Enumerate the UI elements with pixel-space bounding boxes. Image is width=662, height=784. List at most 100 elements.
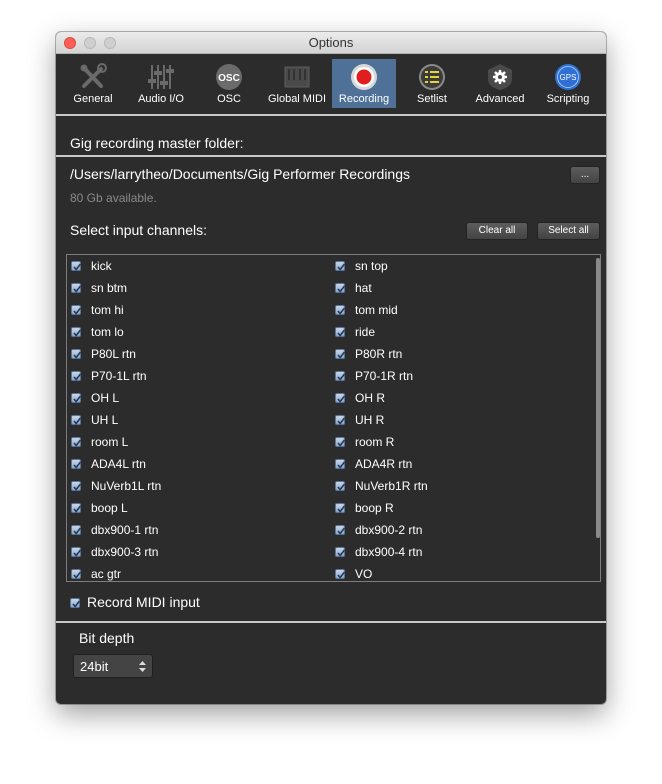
scrollbar-thumb[interactable] [596,258,600,538]
window-title: Options [308,35,354,50]
checkbox[interactable] [335,393,346,403]
checkmark-icon [73,505,82,513]
checkbox[interactable] [71,371,82,381]
checkbox[interactable] [335,371,346,381]
tab-setlist[interactable]: Setlist [399,59,465,108]
select-all-button[interactable]: Select all [537,222,600,240]
title-bar: Options [56,32,606,54]
checkbox[interactable] [335,327,346,337]
tab-recording[interactable]: Recording [332,59,396,108]
checkbox[interactable] [335,349,346,359]
tab-scripting[interactable]: GPS Scripting [535,59,601,108]
channel-label: P70-1R rtn [355,369,414,383]
tab-general[interactable]: General [60,59,126,108]
checkbox[interactable] [71,569,82,579]
checkmark-icon [337,527,346,535]
gear-shield-icon [488,64,512,90]
checkmark-icon [73,483,82,491]
midi-keyboard-icon [284,66,310,88]
tab-label: General [73,93,113,105]
checkbox[interactable] [335,547,346,557]
checkbox[interactable] [335,437,346,447]
checkmark-icon [73,307,82,315]
checkbox[interactable] [70,598,81,608]
bit-depth-select[interactable]: 24bit [73,654,153,678]
tab-global-midi[interactable]: Global MIDI [264,59,330,108]
channel-label: tom hi [91,303,124,317]
input-channel-list[interactable]: kick sn btm tom hi tom lo P80L rtn P70-1L rtn… [66,254,601,582]
checkmark-icon [337,439,346,447]
channel-label: NuVerb1R rtn [355,479,428,493]
tab-label: Scripting [546,93,590,105]
channel-label: ADA4R rtn [355,457,413,471]
checkbox[interactable] [71,283,82,293]
checkbox[interactable] [71,349,82,359]
osc-icon-text: OSC [218,73,240,84]
checkmark-icon [73,351,82,359]
checkbox[interactable] [335,459,346,469]
gps-icon: GPS [555,64,581,90]
updown-chevron-icon [139,661,146,672]
checkbox[interactable] [335,305,346,315]
checkmark-icon [73,417,82,425]
checkbox[interactable] [71,261,82,271]
checkbox[interactable] [71,503,82,513]
channel-label: tom mid [355,303,398,317]
checkmark-icon [73,439,82,447]
record-midi-label: Record MIDI input [87,594,200,610]
checkbox[interactable] [71,481,82,491]
checkbox[interactable] [335,283,346,293]
checkbox[interactable] [71,327,82,337]
checkbox[interactable] [335,569,346,579]
checkmark-icon [337,461,346,469]
clear-all-button[interactable]: Clear all [466,222,528,240]
checkmark-icon [73,549,82,557]
channel-label: tom lo [91,325,124,339]
record-icon [351,64,377,90]
channel-label: room R [355,435,395,449]
checkbox[interactable] [71,437,82,447]
setlist-icon [419,64,445,90]
channel-label: boop R [355,501,394,515]
gps-icon-text: GPS [560,73,577,82]
checkbox[interactable] [335,503,346,513]
tab-osc[interactable]: OSC OSC [196,59,262,108]
checkbox[interactable] [71,459,82,469]
checkmark-icon [73,527,82,535]
channel-label: boop L [91,501,128,515]
checkmark-icon [337,395,346,403]
checkmark-icon [72,600,81,608]
checkbox[interactable] [335,261,346,271]
checkmark-icon [337,417,346,425]
checkmark-icon [73,571,82,579]
checkbox[interactable] [71,305,82,315]
section-divider [56,155,606,157]
checkbox[interactable] [335,525,346,535]
checkbox[interactable] [71,415,82,425]
checkbox[interactable] [71,525,82,535]
checkbox[interactable] [335,481,346,491]
bit-depth-label: Bit depth [79,630,135,646]
channel-label: dbx900-4 rtn [355,545,423,559]
tab-label: Global MIDI [267,93,327,105]
toolbar-divider [56,114,606,116]
tab-label: OSC [217,93,241,105]
tools-icon [80,63,107,88]
channel-label: kick [91,259,112,273]
osc-icon: OSC [216,64,242,90]
channel-label: ADA4L rtn [91,457,146,471]
tab-label: Recording [338,93,390,105]
checkbox[interactable] [335,415,346,425]
checkmark-icon [337,505,346,513]
checkmark-icon [337,307,346,315]
checkbox[interactable] [71,547,82,557]
folder-path: /Users/larrytheo/Documents/Gig Performer… [70,166,411,182]
checkbox[interactable] [71,393,82,403]
channels-heading: Select input channels: [70,222,207,238]
tab-audio-io[interactable]: Audio I/O [128,59,194,108]
checkmark-icon [73,285,82,293]
channel-label: ac gtr [91,567,122,581]
browse-folder-button[interactable]: ... [570,166,600,184]
tab-advanced[interactable]: Advanced [467,59,533,108]
checkmark-icon [73,461,82,469]
